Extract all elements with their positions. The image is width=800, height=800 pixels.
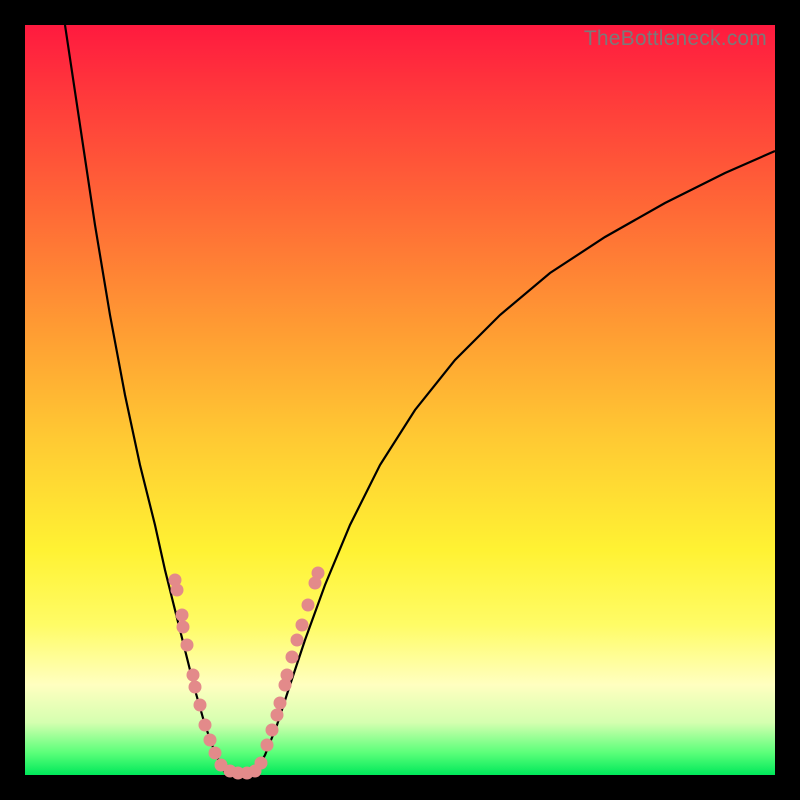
right-curve [255,151,775,773]
data-dot [312,567,325,580]
data-dot [255,757,268,770]
data-dot [199,719,212,732]
data-dot [176,609,189,622]
chart-plot-area: TheBottleneck.com [25,25,775,775]
left-curve [65,25,225,773]
data-dot [274,697,287,710]
watermark-text: TheBottleneck.com [584,27,767,51]
data-dot [281,669,294,682]
data-dot [204,734,217,747]
data-dots [169,567,325,780]
data-dot [271,709,284,722]
data-dot [286,651,299,664]
data-dot [194,699,207,712]
data-dot [291,634,304,647]
chart-svg [25,25,775,775]
data-dot [296,619,309,632]
data-dot [261,739,274,752]
data-dot [181,639,194,652]
data-dot [189,681,202,694]
data-dot [171,584,184,597]
data-dot [302,599,315,612]
data-dot [187,669,200,682]
data-dot [266,724,279,737]
data-dot [209,747,222,760]
data-dot [177,621,190,634]
